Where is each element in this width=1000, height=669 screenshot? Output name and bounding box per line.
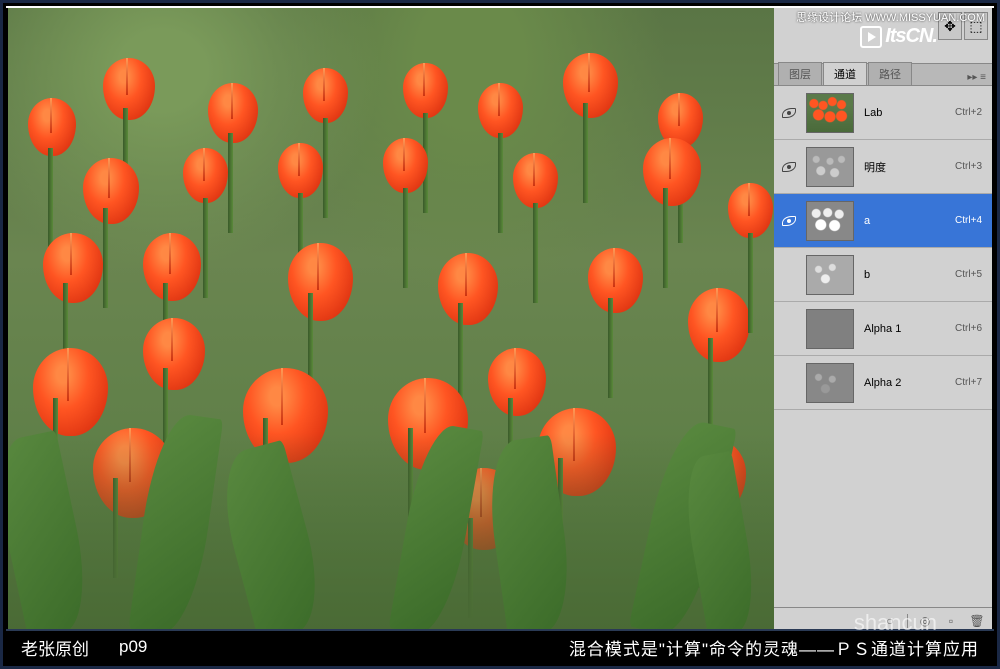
visibility-icon[interactable] (782, 162, 796, 172)
channel-shortcut: Ctrl+2 (955, 107, 988, 118)
channel-lab[interactable]: Lab Ctrl+2 (774, 86, 992, 140)
caption-title: 混合模式是"计算"命令的灵魂——ＰＳ通道计算应用 (569, 635, 979, 660)
channels-panel: ✥ ⬚ 图层 通道 路径 ▸▸ ≡ Lab Ctrl+2 明度 Ctrl+3 (774, 8, 992, 633)
watermark-logo: ItsCN. (860, 25, 937, 48)
watermark-top-text: 思缘设计论坛 WWW.MISSYUAN.COM (796, 9, 985, 25)
channel-thumbnail (806, 93, 854, 133)
channel-b[interactable]: b Ctrl+5 (774, 248, 992, 302)
channel-shortcut: Ctrl+6 (955, 323, 988, 334)
channel-shortcut: Ctrl+5 (955, 269, 988, 280)
visibility-icon[interactable] (782, 216, 796, 226)
channel-name: 明度 (860, 159, 955, 175)
caption-author: 老张原创 (21, 635, 89, 660)
channel-thumbnail (806, 255, 854, 295)
channel-thumbnail (806, 309, 854, 349)
channel-alpha2[interactable]: Alpha 2 Ctrl+7 (774, 356, 992, 410)
channel-a[interactable]: a Ctrl+4 (774, 194, 992, 248)
channel-thumbnail (806, 363, 854, 403)
channel-name: a (860, 215, 955, 227)
canvas-image[interactable] (8, 8, 778, 633)
channel-thumbnail (806, 201, 854, 241)
panel-tabs: 图层 通道 路径 ▸▸ ≡ (774, 64, 992, 86)
tab-channels[interactable]: 通道 (823, 62, 867, 85)
channel-name: Alpha 2 (860, 377, 955, 389)
new-channel-icon[interactable]: ▫ (942, 613, 960, 629)
channel-shortcut: Ctrl+7 (955, 377, 988, 388)
play-icon (860, 26, 882, 48)
tab-layers[interactable]: 图层 (778, 62, 822, 85)
channel-name: Alpha 1 (860, 323, 955, 335)
panel-menu-icon[interactable]: ▸▸ ≡ (961, 70, 992, 85)
tab-paths[interactable]: 路径 (868, 62, 912, 85)
channel-name: b (860, 269, 955, 281)
channel-list: Lab Ctrl+2 明度 Ctrl+3 a Ctrl+4 b Ctrl+5 (774, 86, 992, 607)
channel-name: Lab (860, 107, 955, 119)
logo-text: ItsCN. (885, 25, 937, 48)
channel-alpha1[interactable]: Alpha 1 Ctrl+6 (774, 302, 992, 356)
channel-shortcut: Ctrl+4 (955, 215, 988, 226)
channel-shortcut: Ctrl+3 (955, 161, 988, 172)
channel-thumbnail (806, 147, 854, 187)
watermark-bottom: shancun (854, 610, 937, 636)
caption-page: p09 (119, 637, 147, 657)
caption-bar: 老张原创 p09 混合模式是"计算"命令的灵魂——ＰＳ通道计算应用 (6, 629, 994, 663)
delete-icon[interactable]: 🗑 (968, 613, 986, 629)
visibility-icon[interactable] (782, 108, 796, 118)
channel-lightness[interactable]: 明度 Ctrl+3 (774, 140, 992, 194)
